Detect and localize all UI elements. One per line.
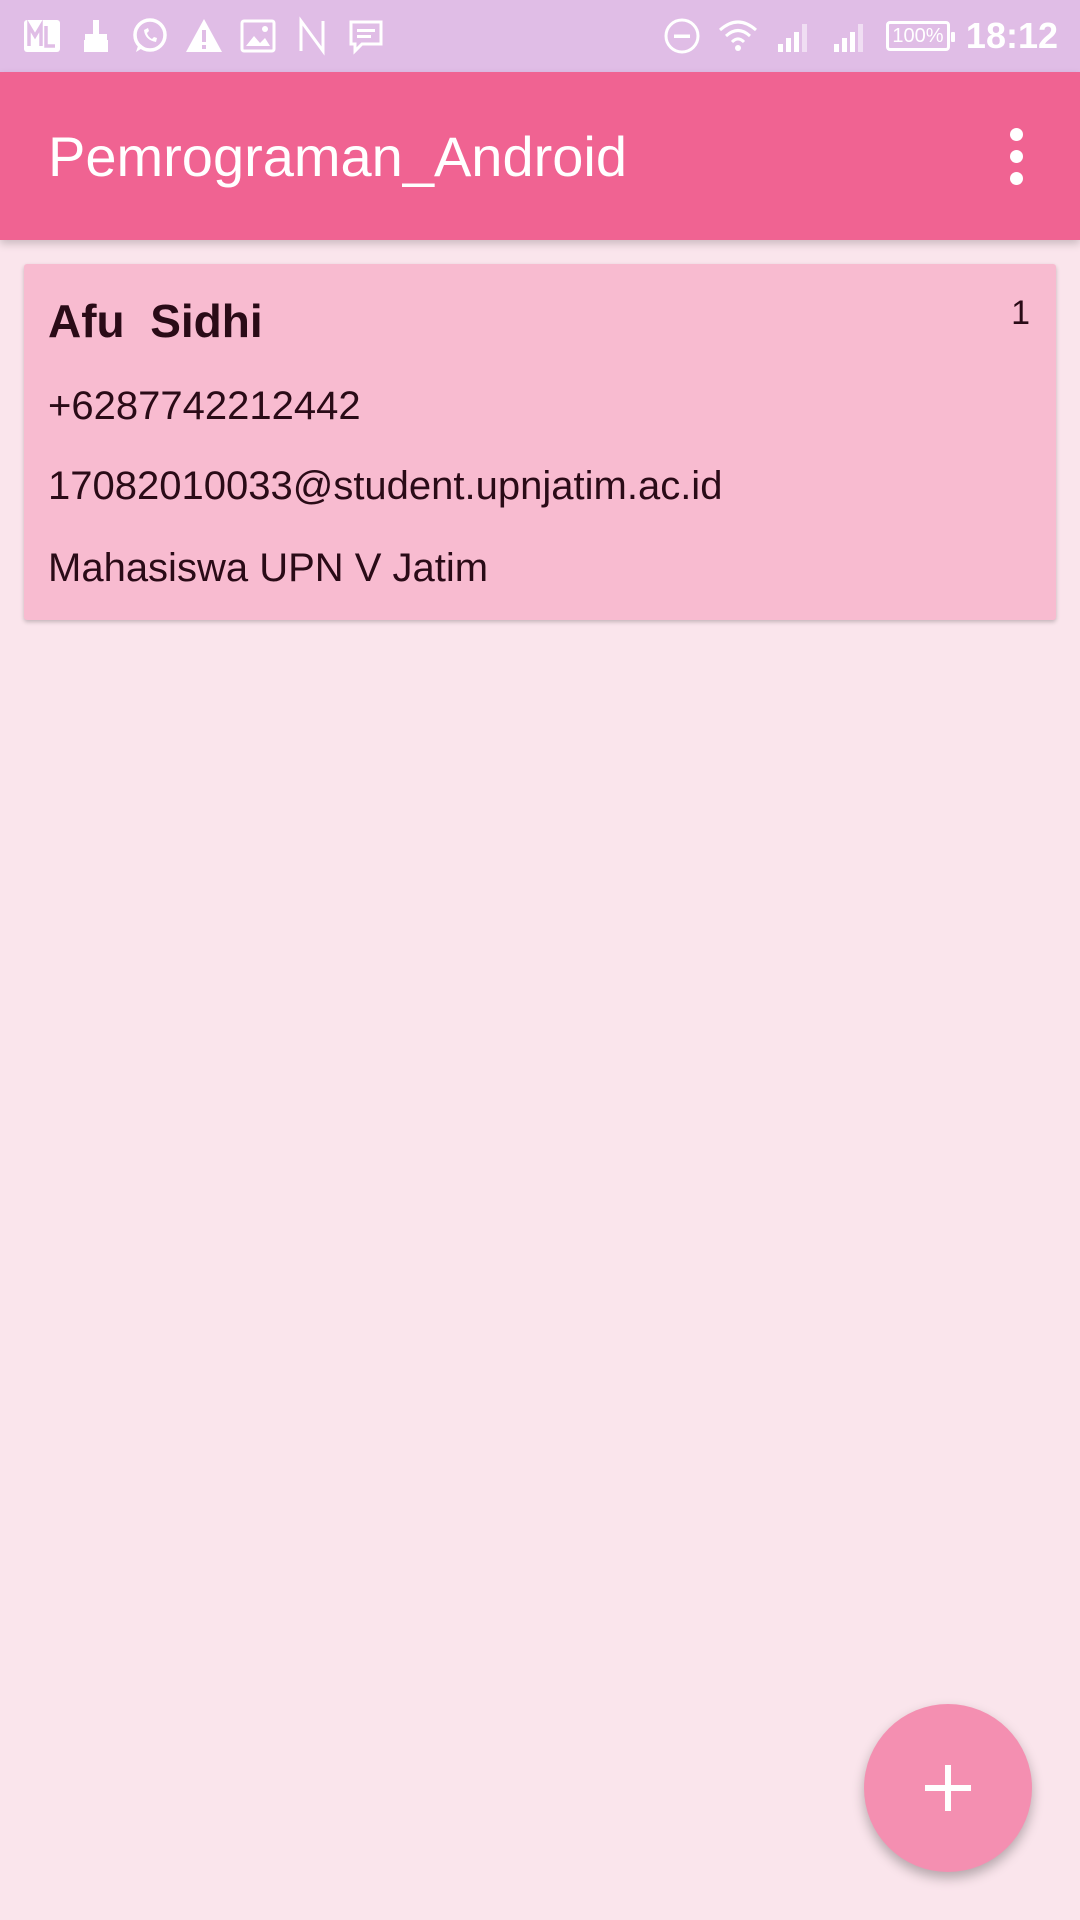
contact-id: 1: [1011, 294, 1030, 332]
system-icons: 100% 18:12: [662, 15, 1080, 57]
notification-icons: [0, 16, 386, 56]
status-bar: 100% 18:12: [0, 0, 1080, 72]
message-icon: [346, 16, 386, 56]
signal-icon: [830, 16, 870, 56]
ml-app-icon: [22, 16, 62, 56]
menu-dot: [1009, 127, 1023, 141]
contact-card[interactable]: Afu Sidhi 1 +6287742212442 17082010033@s…: [24, 264, 1056, 620]
status-clock: 18:12: [965, 15, 1058, 56]
contact-note: Mahasiswa UPN V Jatim: [48, 546, 489, 590]
app-bar: Pemrograman_Android: [0, 72, 1080, 240]
image-icon: [238, 16, 278, 56]
battery-indicator: 100%: [885, 21, 955, 51]
dnd-icon: [662, 16, 702, 56]
app-title: Pemrograman_Android: [48, 124, 627, 188]
add-icon: [925, 1765, 971, 1811]
warning-icon: [184, 16, 224, 56]
menu-dot: [1009, 171, 1023, 185]
wifi-icon: [718, 16, 758, 56]
contact-name: Afu Sidhi: [48, 295, 263, 347]
more-vert-icon[interactable]: [986, 116, 1046, 196]
n-icon: [292, 16, 332, 56]
add-contact-button[interactable]: [864, 1704, 1032, 1872]
menu-dot: [1009, 149, 1023, 163]
contact-phone: +6287742212442: [48, 384, 361, 428]
contact-email: 17082010033@student.upnjatim.ac.id: [48, 464, 723, 508]
signal-icon: [774, 16, 814, 56]
whatsapp-icon: [130, 16, 170, 56]
broom-icon: [76, 16, 116, 56]
